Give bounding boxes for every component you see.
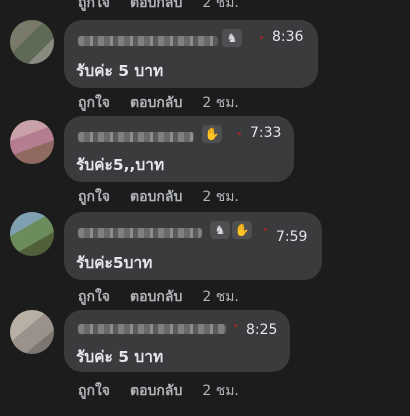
comment-time: 8:25 xyxy=(246,322,278,338)
comment-bubble: ♞ 8:36 รับค่ะ 5 บาท xyxy=(64,20,318,88)
reply-link[interactable]: ตอบกลับ xyxy=(130,92,182,114)
comment-text: รับค่ะ 5 บาท xyxy=(76,348,164,366)
comment-actions: ถูกใจ ตอบกลับ 2 ชม. xyxy=(78,380,239,402)
comment-age[interactable]: 2 ชม. xyxy=(202,0,239,14)
like-link[interactable]: ถูกใจ xyxy=(78,380,110,402)
comment-text: รับค่ะ5,,บาท xyxy=(76,156,165,174)
reply-link[interactable]: ตอบกลับ xyxy=(130,186,182,208)
comment-time: 7:59 xyxy=(276,229,308,245)
comment-text: รับค่ะ 5 บาท xyxy=(76,62,164,80)
commenter-name-redacted[interactable] xyxy=(78,36,218,46)
commenter-name-redacted[interactable] xyxy=(78,228,202,238)
contributor-icon: ♞ xyxy=(222,29,242,47)
like-link[interactable]: ถูกใจ xyxy=(78,92,110,114)
separator-dot xyxy=(234,324,237,327)
avatar[interactable] xyxy=(10,120,54,164)
reply-link[interactable]: ตอบกลับ xyxy=(130,380,182,402)
like-link[interactable]: ถูกใจ xyxy=(78,186,110,208)
like-link[interactable]: ถูกใจ xyxy=(78,0,110,14)
comment-time: 8:36 xyxy=(272,29,304,45)
comment-actions-top: ถูกใจ ตอบกลับ 2 ชม. xyxy=(78,0,239,14)
separator-dot xyxy=(238,132,241,135)
reply-link[interactable]: ตอบกลับ xyxy=(130,0,182,14)
wave-icon: ✋ xyxy=(232,221,252,239)
comment-actions: ถูกใจ ตอบกลับ 2 ชม. xyxy=(78,186,239,208)
avatar[interactable] xyxy=(10,212,54,256)
contributor-icon: ♞ xyxy=(210,221,230,239)
comment-actions: ถูกใจ ตอบกลับ 2 ชม. xyxy=(78,286,239,308)
reply-link[interactable]: ตอบกลับ xyxy=(130,286,182,308)
comment-bubble: ✋ 7:33 รับค่ะ5,,บาท xyxy=(64,116,294,182)
commenter-name-redacted[interactable] xyxy=(78,132,194,142)
comment-bubble: 8:25 รับค่ะ 5 บาท xyxy=(64,310,290,372)
wave-icon: ✋ xyxy=(202,125,222,143)
comment-actions: ถูกใจ ตอบกลับ 2 ชม. xyxy=(78,92,239,114)
commenter-name-redacted[interactable] xyxy=(78,324,226,334)
comment-text: รับค่ะ5บาท xyxy=(76,254,153,272)
comment-age[interactable]: 2 ชม. xyxy=(202,286,239,308)
comment-age[interactable]: 2 ชม. xyxy=(202,186,239,208)
like-link[interactable]: ถูกใจ xyxy=(78,286,110,308)
avatar[interactable] xyxy=(10,20,54,64)
separator-dot xyxy=(264,228,267,231)
comment-bubble: ♞ ✋ 7:59 รับค่ะ5บาท xyxy=(64,212,322,280)
comment-age[interactable]: 2 ชม. xyxy=(202,380,239,402)
comment-age[interactable]: 2 ชม. xyxy=(202,92,239,114)
separator-dot xyxy=(260,36,263,39)
comment-time: 7:33 xyxy=(250,125,282,141)
avatar[interactable] xyxy=(10,310,54,354)
